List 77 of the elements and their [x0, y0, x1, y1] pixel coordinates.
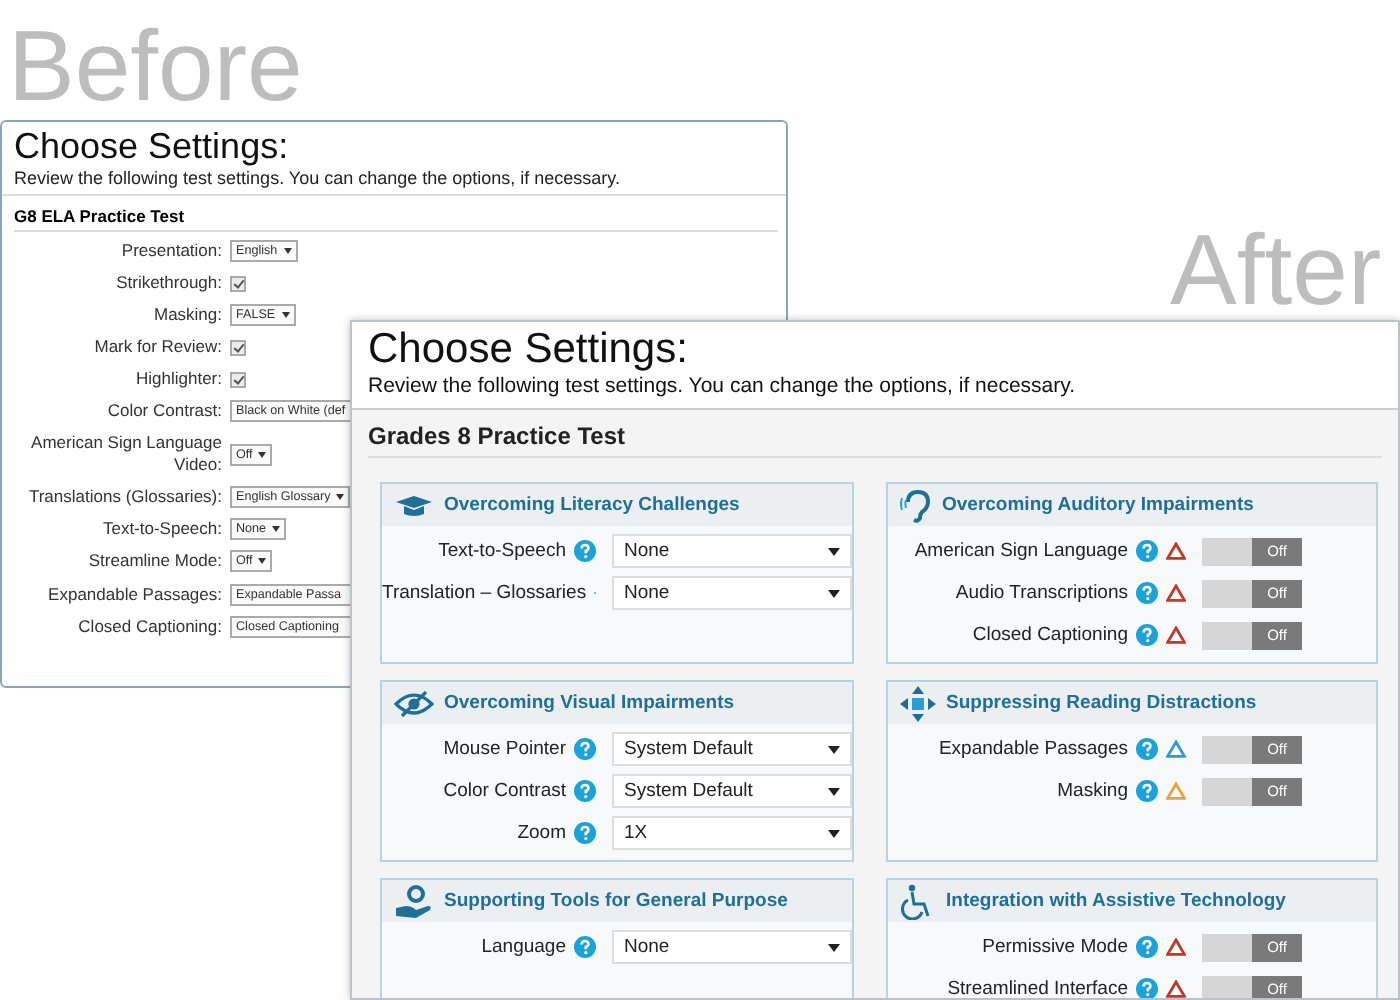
- help-icon[interactable]: [1136, 582, 1158, 604]
- help-icon[interactable]: [574, 540, 596, 562]
- setting-label: Permissive Mode: [982, 936, 1128, 958]
- move-arrows-icon: [900, 685, 936, 721]
- setting-label: Expandable Passages: [938, 738, 1128, 760]
- caret-icon: [258, 558, 267, 565]
- setting-label: Color Contrast: [443, 780, 566, 802]
- dropdown[interactable]: System Default: [612, 774, 852, 808]
- window-subtitle: Review the following test settings. You can change the options, if necessary.: [14, 168, 623, 188]
- setting-label: Mouse Pointer: [443, 738, 566, 760]
- dropdown[interactable]: System Default: [612, 732, 852, 766]
- ear-icon: [900, 487, 932, 523]
- window-subtitle: Review the following test settings. You can change the options, if necessary.: [368, 374, 1078, 398]
- caret-icon: [283, 248, 292, 255]
- help-icon[interactable]: [574, 738, 596, 760]
- help-icon[interactable]: [574, 822, 596, 844]
- setting-label: American Sign Language Video:: [29, 432, 222, 477]
- setting-label: Audio Transcriptions: [955, 582, 1128, 604]
- setting-label: Mark for Review:: [92, 336, 222, 359]
- panel-title: Overcoming Auditory Impairments: [942, 494, 1254, 516]
- window-title: Choose Settings:: [14, 126, 291, 168]
- dropdown[interactable]: 1X: [612, 816, 852, 850]
- caret-icon: [828, 547, 840, 555]
- help-icon[interactable]: [1136, 978, 1158, 998]
- setting-label: Closed Captioning: [972, 624, 1128, 646]
- setting-label: Text-to-Speech:: [100, 518, 222, 541]
- setting-label: Closed Captioning:: [76, 615, 222, 638]
- caret-icon: [281, 312, 290, 319]
- panel-title: Supporting Tools for General Purpose: [444, 890, 788, 912]
- help-icon[interactable]: [1136, 780, 1158, 802]
- setting-label: Expandable Passages:: [46, 583, 222, 606]
- setting-label: Streamlined Interface: [947, 978, 1128, 998]
- checkbox[interactable]: [230, 339, 246, 356]
- setting-label: Masking:: [151, 304, 222, 327]
- checkbox[interactable]: [230, 275, 246, 292]
- caret-icon: [828, 829, 840, 837]
- before-caption: Before: [8, 16, 303, 116]
- checkbox[interactable]: [230, 371, 246, 388]
- help-icon[interactable]: [574, 780, 596, 802]
- setting-label: Color Contrast:: [105, 400, 222, 423]
- setting-label: Highlighter:: [134, 368, 222, 391]
- caret-icon: [828, 787, 840, 795]
- setting-label: Strikethrough:: [114, 272, 222, 295]
- help-icon[interactable]: [1136, 738, 1158, 760]
- dropdown[interactable]: None: [612, 930, 852, 964]
- setting-label: Masking: [1057, 780, 1128, 802]
- caret-icon: [258, 451, 267, 458]
- panel-title: Suppressing Reading Distractions: [946, 692, 1257, 714]
- panel-title: Overcoming Literacy Challenges: [444, 494, 740, 516]
- eye-slash-icon: [394, 689, 434, 717]
- caret-icon: [272, 526, 281, 533]
- caret-icon: [828, 589, 840, 597]
- dropdown[interactable]: None: [612, 534, 852, 568]
- setting-label: Text-to-Speech: [438, 540, 566, 562]
- setting-label: Language: [481, 936, 566, 958]
- mortarboard-icon: [394, 493, 434, 517]
- setting-label: Translations (Glossaries):: [26, 486, 222, 509]
- help-icon[interactable]: [1136, 540, 1158, 562]
- caret-icon: [336, 494, 345, 501]
- window-title: Choose Settings:: [368, 326, 690, 374]
- setting-label: Zoom: [517, 822, 566, 844]
- setting-label: Presentation:: [119, 240, 222, 263]
- panel-title: Integration with Assistive Technology: [946, 890, 1286, 912]
- test-name: G8 ELA Practice Test: [14, 206, 778, 232]
- help-icon[interactable]: [1136, 624, 1158, 646]
- dropdown[interactable]: None: [612, 576, 852, 610]
- help-icon[interactable]: [1136, 936, 1158, 958]
- hand-gear-icon: [394, 883, 434, 919]
- setting-label: Translation – Glossaries: [382, 582, 587, 604]
- after-caption: After: [1170, 220, 1382, 320]
- caret-icon: [828, 745, 840, 753]
- setting-label: Streamline Mode:: [86, 550, 222, 574]
- caret-icon: [828, 943, 840, 951]
- test-name: Grades 8 Practice Test: [368, 422, 1382, 458]
- setting-label: American Sign Language: [914, 540, 1128, 562]
- panel-title: Overcoming Visual Impairments: [444, 692, 735, 714]
- help-icon[interactable]: [574, 936, 596, 958]
